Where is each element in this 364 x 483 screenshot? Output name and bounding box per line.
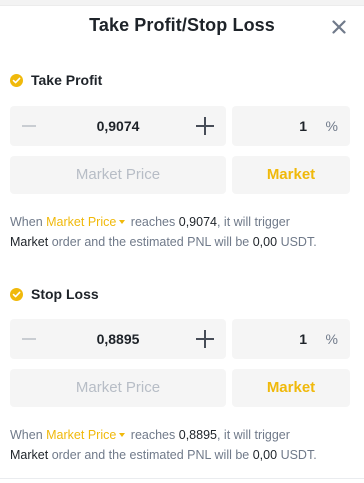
desc-pnl: 0,00 (252, 235, 278, 249)
desc-when: When (10, 428, 43, 442)
take-profit-header[interactable]: Take Profit (10, 72, 102, 88)
desc-reaches: reaches (130, 215, 176, 229)
close-button[interactable] (324, 12, 354, 42)
plus-icon[interactable] (196, 330, 214, 348)
stop-loss-header[interactable]: Stop Loss (10, 286, 99, 302)
caret-down-icon (119, 433, 126, 438)
close-icon (332, 20, 346, 34)
desc-reaches: reaches (130, 428, 176, 442)
desc-currency: USDT. (280, 235, 317, 249)
take-profit-market-price-field: Market Price (10, 156, 226, 194)
desc-currency: USDT. (280, 448, 317, 462)
stop-loss-percent-input[interactable]: 1 % (232, 319, 350, 359)
plus-icon[interactable] (196, 117, 214, 135)
desc-order-type: Market (10, 448, 49, 462)
desc-order-type: Market (10, 235, 49, 249)
stop-loss-price-value[interactable]: 0,8895 (50, 319, 186, 359)
trigger-price-type-dropdown[interactable]: Market Price (46, 215, 127, 229)
take-profit-percent-value[interactable]: 1 (232, 106, 307, 146)
desc-order-text: order and the estimated PNL will be (51, 235, 250, 249)
percent-unit: % (325, 331, 338, 347)
status-bar-remnant (0, 0, 364, 6)
sheet-title: Take Profit/Stop Loss (89, 15, 275, 35)
desc-price: 0,8895 (178, 428, 217, 442)
stop-loss-market-price-field: Market Price (10, 369, 226, 407)
desc-trigger-text: , it will trigger (216, 428, 290, 442)
caret-down-icon (119, 220, 126, 225)
trigger-price-type-dropdown[interactable]: Market Price (46, 428, 127, 442)
percent-unit: % (325, 118, 338, 134)
stop-loss-percent-value[interactable]: 1 (232, 319, 307, 359)
stop-loss-price-input[interactable]: 0,8895 (10, 319, 226, 359)
check-icon[interactable] (10, 287, 23, 301)
take-profit-price-input[interactable]: 0,9074 (10, 106, 226, 146)
desc-price: 0,9074 (178, 215, 217, 229)
take-profit-percent-input[interactable]: 1 % (232, 106, 350, 146)
check-icon[interactable] (10, 73, 23, 87)
minus-icon[interactable] (22, 338, 36, 340)
desc-when: When (10, 215, 43, 229)
desc-pnl: 0,00 (252, 448, 278, 462)
stop-loss-market-button[interactable]: Market (232, 369, 350, 407)
stop-loss-title: Stop Loss (31, 286, 99, 302)
desc-trigger-text: , it will trigger (216, 215, 290, 229)
take-profit-market-button[interactable]: Market (232, 156, 350, 194)
desc-order-text: order and the estimated PNL will be (51, 448, 250, 462)
take-profit-price-value[interactable]: 0,9074 (50, 106, 186, 146)
take-profit-title: Take Profit (31, 72, 103, 88)
stop-loss-description: When Market Price reaches 0,8895, it wil… (10, 425, 356, 465)
take-profit-description: When Market Price reaches 0,9074, it wil… (10, 212, 356, 252)
bottom-divider (0, 478, 364, 479)
minus-icon[interactable] (22, 125, 36, 127)
